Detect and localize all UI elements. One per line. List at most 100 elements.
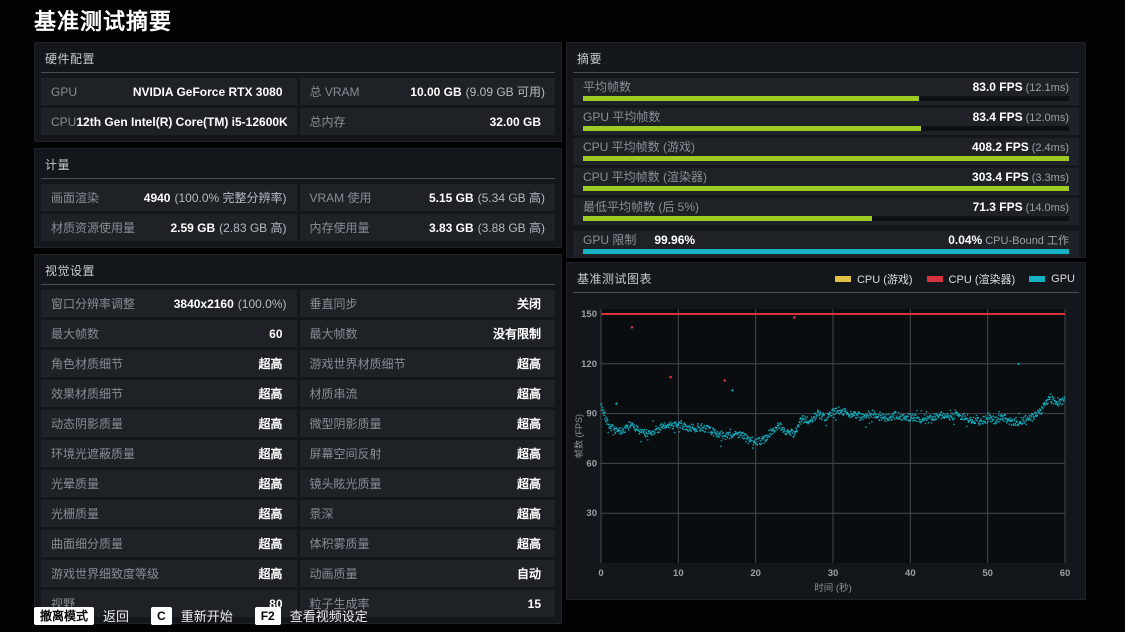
setting-value: 超高: [517, 387, 541, 401]
summary-stat-bar-track: [583, 156, 1069, 161]
setting-value-wrap: 超高: [517, 445, 545, 462]
setting-value-wrap: 15: [528, 597, 545, 611]
hotkey-hint[interactable]: C重新开始: [151, 606, 233, 625]
svg-text:30: 30: [586, 508, 597, 519]
gpu-bound-line: GPU 限制99.96%0.04%CPU-Bound 工作: [583, 234, 1069, 248]
setting-value-note: (9.09 GB 可用): [466, 85, 545, 99]
setting-label: 画面渲染: [51, 189, 99, 206]
setting-value-wrap: 关闭: [517, 295, 545, 312]
setting-value-note: (100.0%): [238, 297, 287, 311]
setting-value-wrap: 超高: [517, 535, 545, 552]
setting-value-wrap: 12th Gen Intel(R) Core(TM) i5-12600K: [76, 115, 291, 129]
setting-value-wrap: 10.00 GB(9.09 GB 可用): [410, 83, 545, 100]
setting-value: 5.15 GB: [429, 191, 474, 205]
summary-stat-label: CPU 平均帧数 (游戏): [583, 141, 695, 154]
legend-swatch: [927, 276, 943, 282]
setting-value-wrap: 4940(100.0% 完整分辨率): [144, 189, 287, 206]
setting-cell: 光栅质量 超高: [41, 500, 297, 527]
setting-cell: 总内存32.00 GB: [300, 108, 556, 135]
left-column: 硬件配置GPUNVIDIA GeForce RTX 3080总 VRAM10.0…: [34, 42, 562, 624]
setting-value: 超高: [258, 507, 282, 521]
summary-stat-line: CPU 平均帧数 (游戏)408.2 FPS(2.4ms): [583, 141, 1069, 155]
hotkey-hint[interactable]: F2查看视频设定: [255, 606, 368, 625]
settings-grid: 窗口分辨率调整3840x2160(100.0%)垂直同步关闭最大帧数60最大帧数…: [41, 290, 555, 617]
legend-swatch: [1029, 276, 1045, 282]
setting-value: 没有限制: [493, 327, 541, 341]
setting-label: 内存使用量: [310, 219, 370, 236]
setting-value-wrap: 3840x2160 (100.0%): [174, 297, 287, 311]
summary-stat-value-wrap: 303.4 FPS(3.3ms): [972, 171, 1069, 185]
summary-stat-value-wrap: 71.3 FPS(14.0ms): [973, 201, 1069, 215]
hotkey-hint[interactable]: 撤离模式返回: [34, 606, 129, 625]
setting-cell: 景深超高: [300, 500, 556, 527]
setting-value-wrap: 超高: [517, 475, 545, 492]
setting-value-wrap: 2.59 GB(2.83 GB 高): [170, 219, 286, 236]
setting-value: 超高: [517, 537, 541, 551]
summary-stat-value-wrap: 83.0 FPS(12.1ms): [973, 81, 1069, 95]
setting-value: 超高: [517, 477, 541, 491]
svg-text:60: 60: [1060, 568, 1071, 579]
setting-cell: 游戏世界材质细节 超高: [300, 350, 556, 377]
setting-value: 超高: [517, 357, 541, 371]
summary-stat-line: GPU 平均帧数83.4 FPS(12.0ms): [583, 111, 1069, 125]
setting-label: 环境光遮蔽质量: [51, 445, 135, 462]
chart-legend: CPU (游戏)CPU (渲染器)GPU: [835, 271, 1075, 287]
setting-value: 超高: [258, 447, 282, 461]
setting-value-wrap: 60: [269, 327, 286, 341]
setting-label: 镜头眩光质量: [310, 475, 382, 492]
setting-value: 超高: [258, 537, 282, 551]
setting-value-wrap: 超高: [517, 385, 545, 402]
legend-item: CPU (渲染器): [927, 271, 1016, 287]
settings-panel: 视觉设置窗口分辨率调整3840x2160(100.0%)垂直同步关闭最大帧数60…: [34, 254, 562, 624]
hotkey-action-label: 查看视频设定: [290, 606, 368, 625]
setting-label: 最大帧数: [310, 325, 358, 342]
setting-label: 材质串流: [310, 385, 358, 402]
gpu-bound-bar-track: [583, 249, 1069, 254]
chart-panel-header-row: 基准测试图表 CPU (游戏)CPU (渲染器)GPU: [573, 266, 1079, 293]
setting-cell: 动画质量 自动: [300, 560, 556, 587]
setting-value: 4940: [144, 191, 171, 205]
setting-value-wrap: 自动: [517, 565, 545, 582]
hotkey-action-label: 返回: [103, 606, 129, 625]
key-badge: C: [151, 607, 172, 625]
settings-grid: GPUNVIDIA GeForce RTX 3080总 VRAM10.00 GB…: [41, 78, 555, 135]
setting-value: 自动: [517, 567, 541, 581]
setting-value: 超高: [517, 507, 541, 521]
cpu-bound-value: 0.04%: [948, 233, 982, 247]
setting-cell: 最大帧数60: [41, 320, 297, 347]
setting-cell: 游戏世界细致度等级超高: [41, 560, 297, 587]
chart-panel: 基准测试图表 CPU (游戏)CPU (渲染器)GPU 306090120150…: [566, 262, 1086, 600]
setting-label: 光栅质量: [51, 505, 99, 522]
setting-label: 总内存: [310, 113, 346, 130]
gpu-bound-row: GPU 限制99.96%0.04%CPU-Bound 工作: [573, 231, 1079, 258]
setting-label: 游戏世界材质细节: [310, 355, 406, 372]
setting-value-wrap: 超高: [258, 535, 286, 552]
setting-label: 动画质量: [310, 565, 358, 582]
setting-value: 超高: [258, 357, 282, 371]
setting-value-wrap: 超高: [258, 505, 286, 522]
setting-value-wrap: 超高: [258, 445, 286, 462]
setting-value-wrap: 超高: [258, 415, 286, 432]
gpu-bound-left: GPU 限制99.96%: [583, 234, 695, 247]
setting-cell: 微型阴影质量超高: [300, 410, 556, 437]
summary-stat-value: 83.0 FPS: [973, 80, 1023, 94]
summary-stat-label: CPU 平均帧数 (渲染器): [583, 171, 707, 184]
summary-stat-row: GPU 平均帧数83.4 FPS(12.0ms): [573, 108, 1079, 135]
settings-panel: 硬件配置GPUNVIDIA GeForce RTX 3080总 VRAM10.0…: [34, 42, 562, 142]
setting-value: 2.59 GB: [170, 221, 215, 235]
settings-grid: 画面渲染4940(100.0% 完整分辨率)VRAM 使用5.15 GB(5.3…: [41, 184, 555, 241]
summary-rows: 平均帧数83.0 FPS(12.1ms)GPU 平均帧数83.4 FPS(12.…: [573, 78, 1079, 258]
setting-label: 动态阴影质量: [51, 415, 123, 432]
setting-cell: 效果材质细节超高: [41, 380, 297, 407]
setting-value: 3840x2160: [174, 297, 234, 311]
setting-value: 超高: [258, 567, 282, 581]
summary-stat-note: (2.4ms): [1032, 142, 1069, 154]
summary-stat-bar-fill: [583, 186, 1069, 191]
setting-value-wrap: 超高: [517, 355, 545, 372]
svg-text:150: 150: [581, 309, 597, 320]
setting-cell: 最大帧数 没有限制: [300, 320, 556, 347]
svg-text:10: 10: [673, 568, 684, 579]
setting-value: 15: [528, 597, 541, 611]
summary-stat-note: (12.0ms): [1026, 112, 1069, 124]
setting-label: 曲面细分质量: [51, 535, 123, 552]
